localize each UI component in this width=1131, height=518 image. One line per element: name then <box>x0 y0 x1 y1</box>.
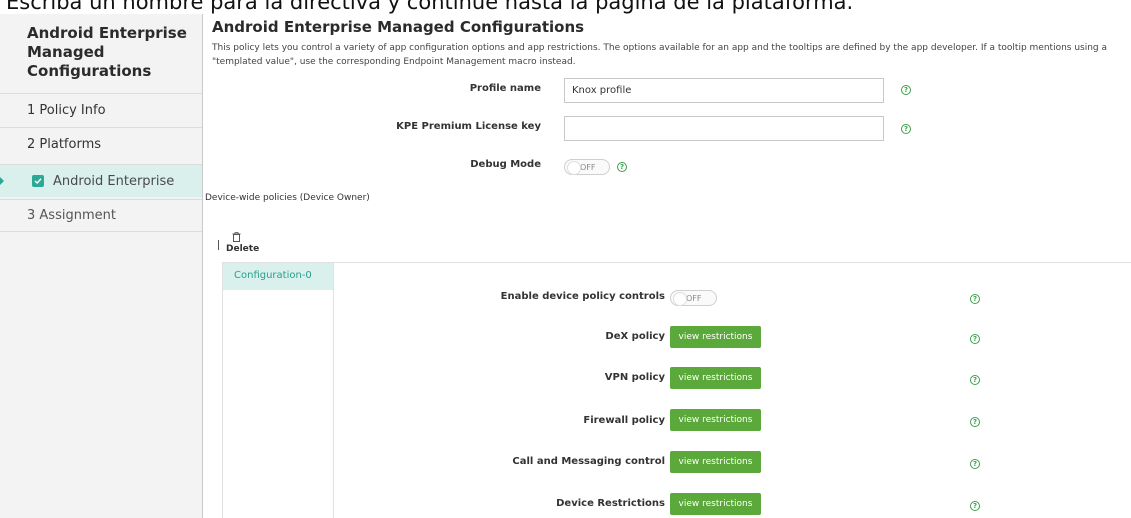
sidebar-title: Android Enterprise Managed Configuration… <box>27 24 187 80</box>
question-circle-icon[interactable]: ? <box>617 162 627 172</box>
page-description: This policy lets you control a variety o… <box>212 43 1108 67</box>
tab-configuration-0[interactable]: Configuration-0 <box>223 263 333 290</box>
dex-policy-label: DeX policy <box>605 331 665 342</box>
vpn-view-restrictions-button[interactable]: view restrictions <box>670 367 761 389</box>
question-circle-icon[interactable]: ? <box>970 459 980 469</box>
debug-mode-toggle[interactable]: OFF <box>564 159 610 175</box>
config-divider <box>334 262 1131 263</box>
sidebar-item-platforms[interactable]: 2 Platforms <box>0 127 202 160</box>
dex-view-restrictions-button[interactable]: view restrictions <box>670 326 761 348</box>
question-circle-icon[interactable]: ? <box>970 294 980 304</box>
firewall-policy-label: Firewall policy <box>583 415 665 426</box>
toggle-state: OFF <box>686 293 702 303</box>
question-circle-icon[interactable]: ? <box>970 375 980 385</box>
trash-icon <box>232 232 241 242</box>
call-messaging-view-restrictions-button[interactable]: view restrictions <box>670 451 761 473</box>
sidebar-item-label: 2 Platforms <box>27 136 102 152</box>
sidebar-item-label: Android Enterprise <box>53 173 175 189</box>
configuration-tabs: Configuration-0 <box>222 262 334 518</box>
vpn-policy-label: VPN policy <box>604 372 665 383</box>
call-messaging-label: Call and Messaging control <box>512 456 665 467</box>
page-caption: Escriba un nombre para la directiva y co… <box>0 0 1131 14</box>
sidebar-item-label: 3 Assignment <box>27 208 116 223</box>
tab-label: Configuration-0 <box>234 270 312 281</box>
checkbox-checked-icon[interactable] <box>32 175 44 187</box>
debug-mode-label: Debug Mode <box>470 159 541 170</box>
device-wide-policies-label: Device-wide policies (Device Owner) <box>205 193 370 203</box>
main-panel: Android Enterprise Managed Configuration… <box>203 14 1131 518</box>
profile-name-label: Profile name <box>469 83 541 94</box>
sidebar-item-policy-info[interactable]: 1 Policy Info <box>0 93 202 126</box>
question-circle-icon[interactable]: ? <box>970 334 980 344</box>
sidebar-item-android-enterprise[interactable]: Android Enterprise <box>0 164 202 197</box>
enable-device-policy-label: Enable device policy controls <box>500 291 665 302</box>
device-restrictions-label: Device Restrictions <box>556 498 665 509</box>
page-title: Android Enterprise Managed Configuration… <box>212 18 585 36</box>
firewall-view-restrictions-button[interactable]: view restrictions <box>670 409 761 431</box>
sidebar-item-assignment[interactable]: 3 Assignment <box>0 199 202 232</box>
active-indicator-icon <box>0 177 4 185</box>
question-circle-icon[interactable]: ? <box>970 417 980 427</box>
kpe-license-input[interactable] <box>564 116 884 141</box>
sidebar-item-label: 1 Policy Info <box>27 102 106 118</box>
toolbar-separator <box>218 240 219 250</box>
enable-device-policy-toggle[interactable]: OFF <box>670 290 717 306</box>
delete-button[interactable]: Delete <box>218 232 260 256</box>
question-circle-icon[interactable]: ? <box>970 501 980 511</box>
question-circle-icon[interactable]: ? <box>901 124 911 134</box>
kpe-license-label: KPE Premium License key <box>396 121 541 132</box>
toggle-state: OFF <box>580 162 596 172</box>
question-circle-icon[interactable]: ? <box>901 85 911 95</box>
delete-label: Delete <box>226 244 260 254</box>
device-restrictions-view-button[interactable]: view restrictions <box>670 493 761 515</box>
caption-text: Escriba un nombre para la directiva y co… <box>6 0 854 14</box>
sidebar: Android Enterprise Managed Configuration… <box>0 14 202 518</box>
profile-name-input[interactable] <box>564 78 884 103</box>
